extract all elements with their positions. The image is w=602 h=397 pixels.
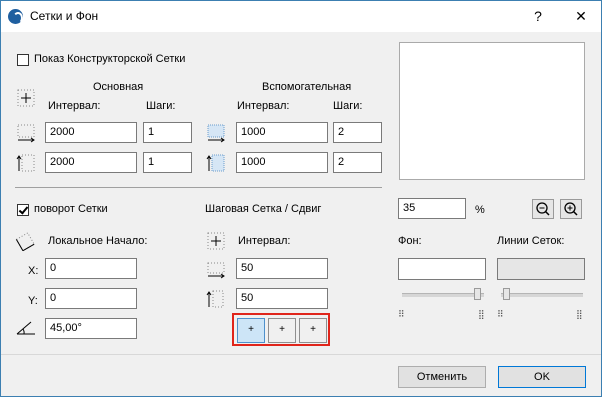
background-color-swatch[interactable] xyxy=(398,258,486,280)
x-label: X: xyxy=(28,265,39,277)
cancel-button[interactable]: Отменить xyxy=(398,366,486,388)
rotate-grid-checkbox[interactable] xyxy=(17,204,29,216)
origin-y-input[interactable]: 0 xyxy=(45,288,137,309)
main-x-interval-input[interactable]: 2000 xyxy=(45,122,137,143)
light-swatch-icon: ⠿ xyxy=(398,309,405,319)
footer-divider xyxy=(1,354,601,355)
archicad-icon xyxy=(8,9,23,24)
highlight-box xyxy=(232,313,330,346)
section-divider xyxy=(15,187,382,188)
main-steps-label: Шаги: xyxy=(146,100,176,112)
zoom-out-button[interactable] xyxy=(532,199,554,219)
grid-lines-label: Линии Сеток: xyxy=(497,235,565,247)
snap-grid-icon xyxy=(206,231,226,251)
show-construction-grid-checkbox[interactable] xyxy=(17,54,29,66)
ok-button[interactable]: OK xyxy=(498,366,586,388)
title-bar: Сетки и Фон ? ✕ xyxy=(1,1,601,32)
snap-grid-header: Шаговая Сетка / Сдвиг xyxy=(205,203,322,215)
zoom-in-button[interactable] xyxy=(560,199,582,219)
grid-lines-slider-thumb[interactable] xyxy=(503,288,510,300)
y-label: Y: xyxy=(28,295,38,307)
main-y-interval-input[interactable]: 2000 xyxy=(45,152,137,173)
zoom-in-icon xyxy=(564,202,578,216)
aux-steps-label: Шаги: xyxy=(333,100,363,112)
background-label: Фон: xyxy=(398,235,422,247)
angle-icon xyxy=(15,319,35,339)
aux-x-interval-input[interactable]: 1000 xyxy=(236,122,328,143)
grid-lines-slider-track[interactable] xyxy=(501,293,583,297)
rotate-grid-label: поворот Сетки xyxy=(34,203,108,215)
aux-grid-y-icon xyxy=(206,153,226,173)
main-grid-x-icon xyxy=(16,123,36,143)
dark-grid-icon: ⣿ xyxy=(576,309,583,319)
snap-y-icon xyxy=(206,289,226,309)
aux-y-interval-input[interactable]: 1000 xyxy=(236,152,328,173)
grid-origin-icon xyxy=(16,88,36,108)
angle-input[interactable]: 45,00° xyxy=(45,318,137,339)
aux-grid-x-icon xyxy=(206,123,226,143)
background-slider-track[interactable] xyxy=(402,293,484,297)
zoom-out-icon xyxy=(536,202,550,216)
grid-lines-color-swatch[interactable] xyxy=(497,258,585,280)
help-button[interactable]: ? xyxy=(521,1,555,32)
background-slider-thumb[interactable] xyxy=(474,288,481,300)
close-button[interactable]: ✕ xyxy=(564,1,598,32)
light-grid-icon: ⠿ xyxy=(497,309,504,319)
local-origin-icon xyxy=(15,231,35,252)
grid-preview xyxy=(399,42,585,180)
local-origin-label: Локальное Начало: xyxy=(48,235,148,247)
main-y-steps-input[interactable]: 1 xyxy=(143,152,192,173)
main-x-steps-input[interactable]: 1 xyxy=(143,122,192,143)
aux-y-steps-input[interactable]: 2 xyxy=(333,152,382,173)
dialog-window: Сетки и Фон ? ✕ Показ Конструкторской Се… xyxy=(0,0,602,397)
zoom-input[interactable]: 35 xyxy=(398,198,466,219)
snap-x-input[interactable]: 50 xyxy=(236,258,328,279)
snap-interval-label: Интервал: xyxy=(238,235,291,247)
dark-swatch-icon: ⣿ xyxy=(478,309,485,319)
show-construction-grid-label: Показ Конструкторской Сетки xyxy=(34,53,186,65)
window-title: Сетки и Фон xyxy=(30,9,99,23)
aux-interval-label: Интервал: xyxy=(237,100,290,112)
main-grid-header: Основная xyxy=(93,81,144,93)
main-grid-y-icon xyxy=(16,153,36,173)
zoom-unit: % xyxy=(475,204,485,216)
aux-grid-header: Вспомогательная xyxy=(262,81,352,93)
main-interval-label: Интервал: xyxy=(48,100,101,112)
snap-y-input[interactable]: 50 xyxy=(236,288,328,309)
origin-x-input[interactable]: 0 xyxy=(45,258,137,279)
snap-x-icon xyxy=(206,259,226,279)
aux-x-steps-input[interactable]: 2 xyxy=(333,122,382,143)
